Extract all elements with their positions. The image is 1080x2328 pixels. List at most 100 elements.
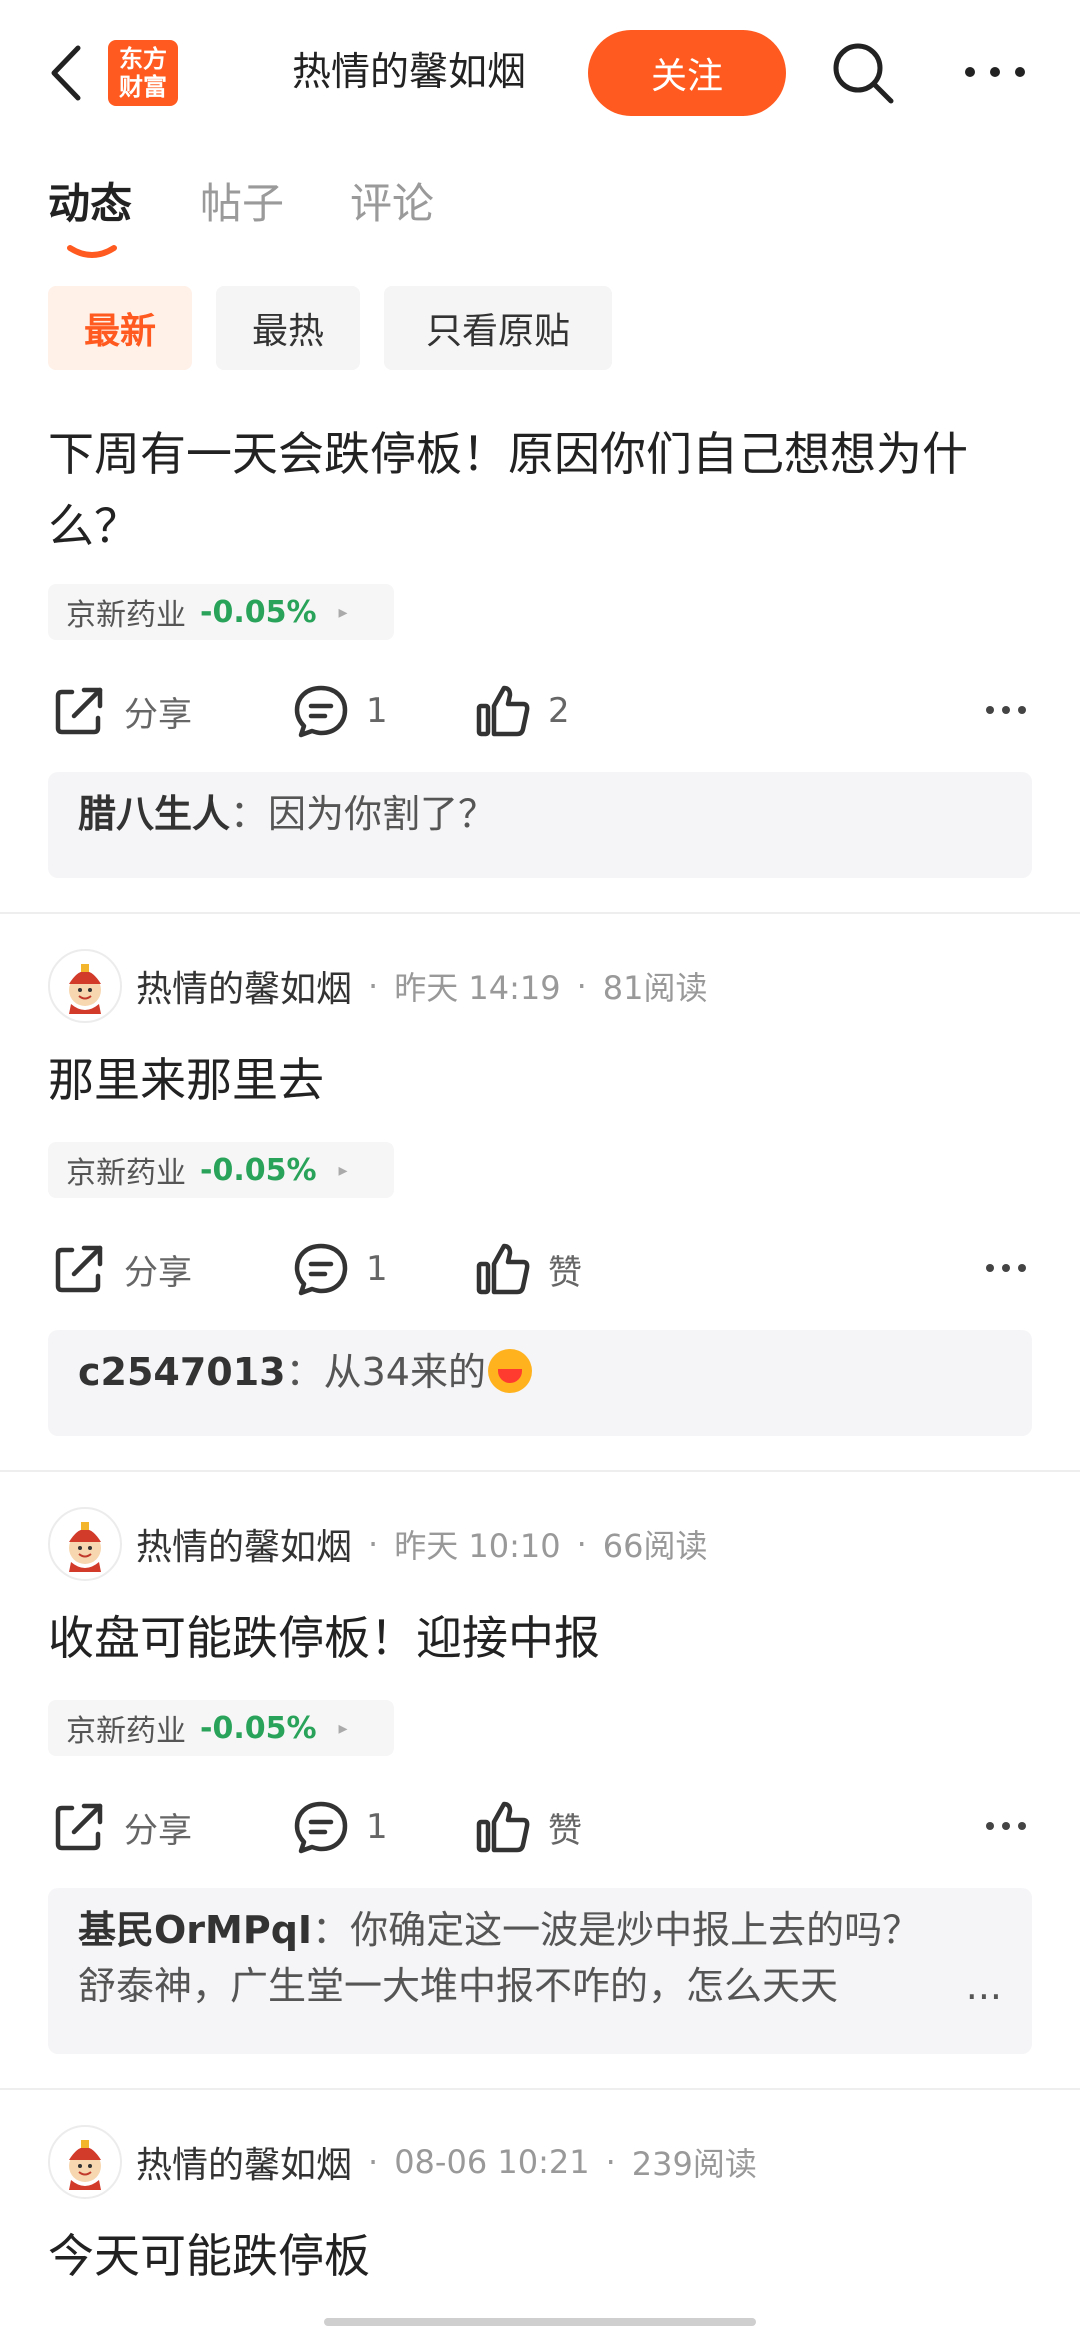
profile-title: 热情的馨如烟 [292, 50, 527, 95]
comment-line: 基民OrMPqI：你确定这一波是炒中报上去的吗？ [78, 1902, 1002, 1958]
commenter-name[interactable]: 基民OrMPqI [78, 1908, 312, 1952]
comment-icon [292, 682, 350, 740]
meta-dot: · [368, 2143, 379, 2181]
comment-preview[interactable]: 腊八生人：因为你割了？ [48, 772, 1032, 878]
post-time: 08-06 10:21 [394, 2143, 590, 2181]
stock-tag[interactable]: 京新药业 -0.05% ▸ [48, 1142, 394, 1198]
stock-change: -0.05% [200, 594, 317, 630]
post-time: 昨天 14:19 [394, 969, 561, 1007]
meta-dot: · [368, 967, 379, 1005]
comment-separator: ： [312, 1908, 351, 1952]
avatar[interactable] [48, 1507, 122, 1581]
read-count: 239阅读 [631, 2145, 757, 2183]
stock-tag[interactable]: 京新药业 -0.05% ▸ [48, 584, 394, 640]
share-label: 分享 [124, 1252, 192, 1293]
meta-dot: · [576, 1525, 587, 1563]
follow-button[interactable]: 关注 [588, 30, 786, 116]
divider [0, 2088, 1080, 2090]
truncation-ellipsis: ... [965, 1964, 1002, 2008]
comment-button[interactable]: 1 [292, 676, 388, 746]
like-label: 赞 [548, 1252, 582, 1293]
share-button[interactable]: 分享 [50, 1234, 192, 1304]
thumbs-up-icon [474, 1798, 532, 1856]
author-name[interactable]: 热情的馨如烟 [136, 2136, 352, 2188]
chevron-right-icon: ▸ [338, 1159, 348, 1181]
god-of-wealth-avatar-icon [68, 2139, 102, 2191]
share-label: 分享 [124, 1810, 192, 1851]
stock-change: -0.05% [200, 1152, 317, 1188]
post-actions: 分享 1 赞 [0, 1234, 1080, 1304]
post-text[interactable]: 今天可能跌停板 [48, 2220, 1038, 2292]
tab-activity[interactable]: 动态 [48, 174, 132, 234]
filter-latest[interactable]: 最新 [48, 286, 192, 370]
like-button[interactable]: 2 [474, 676, 570, 746]
share-icon [50, 1240, 108, 1298]
author-row: 热情的馨如烟 · 昨天 10:10 · 66阅读 [48, 1507, 708, 1581]
laughing-emoji-icon [487, 1349, 532, 1393]
search-icon[interactable] [828, 38, 898, 108]
author-row: 热情的馨如烟 · 昨天 14:19 · 81阅读 [48, 949, 708, 1023]
post-text[interactable]: 那里来那里去 [48, 1044, 1038, 1116]
share-button[interactable]: 分享 [50, 676, 192, 746]
more-options-icon[interactable] [962, 58, 1028, 86]
comment-count: 1 [366, 1249, 388, 1289]
comment-button[interactable]: 1 [292, 1234, 388, 1304]
comment-separator: ： [230, 792, 269, 836]
comment-text: 你确定这一波是炒中报上去的吗？ [350, 1908, 921, 1952]
comment-icon [292, 1240, 350, 1298]
like-button[interactable]: 赞 [474, 1792, 582, 1862]
divider [0, 1470, 1080, 1472]
thumbs-up-icon [474, 682, 532, 740]
comment-count: 1 [366, 1807, 388, 1847]
stock-tag[interactable]: 京新药业 -0.05% ▸ [48, 1700, 394, 1756]
god-of-wealth-avatar-icon [68, 963, 102, 1015]
avatar[interactable] [48, 2125, 122, 2199]
comment-preview[interactable]: c2547013：从34来的 [48, 1330, 1032, 1436]
post-text[interactable]: 收盘可能跌停板！迎接中报 [48, 1602, 1038, 1674]
stock-change: -0.05% [200, 1710, 317, 1746]
comment-preview[interactable]: 基民OrMPqI：你确定这一波是炒中报上去的吗？ 舒泰神，广生堂一大堆中报不咋的… [48, 1888, 1032, 2054]
read-count: 81阅读 [602, 969, 708, 1007]
comment-count: 1 [366, 691, 388, 731]
logo-text-top: 东方 [119, 45, 167, 73]
back-arrow-icon[interactable] [44, 40, 90, 106]
comment-line: 舒泰神，广生堂一大堆中报不咋的，怎么天天 ... [78, 1958, 1002, 2014]
meta-dot: · [368, 1525, 379, 1563]
comment-icon [292, 1798, 350, 1856]
stock-name: 京新药业 [66, 1714, 186, 1749]
author-name[interactable]: 热情的馨如烟 [136, 960, 352, 1012]
post-time: 昨天 10:10 [394, 1527, 561, 1565]
profile-tabs: 动态 帖子 评论 [0, 160, 1080, 258]
share-label: 分享 [124, 694, 192, 735]
tab-comments[interactable]: 评论 [350, 174, 434, 234]
tab-posts[interactable]: 帖子 [200, 174, 284, 234]
post-actions: 分享 1 2 [0, 676, 1080, 746]
post-actions: 分享 1 赞 [0, 1792, 1080, 1862]
meta-dot: · [576, 967, 587, 1005]
more-options-icon[interactable] [984, 1258, 1028, 1278]
comment-text-continued: 舒泰神，广生堂一大堆中报不咋的，怎么天天 [78, 1964, 839, 2008]
share-button[interactable]: 分享 [50, 1792, 192, 1862]
post-text[interactable]: 下周有一天会跌停板！原因你们自己想想为什么？ [48, 418, 1038, 562]
like-button[interactable]: 赞 [474, 1234, 582, 1304]
commenter-name[interactable]: 腊八生人 [78, 792, 230, 836]
stock-name: 京新药业 [66, 598, 186, 633]
logo-text-bottom: 财富 [119, 73, 167, 101]
comment-button[interactable]: 1 [292, 1792, 388, 1862]
chevron-right-icon: ▸ [338, 1717, 348, 1739]
comment-separator: ： [285, 1350, 324, 1394]
share-icon [50, 1798, 108, 1856]
home-indicator[interactable] [324, 2318, 756, 2326]
filter-original-only[interactable]: 只看原贴 [384, 286, 612, 370]
more-options-icon[interactable] [984, 1816, 1028, 1836]
god-of-wealth-avatar-icon [68, 1521, 102, 1573]
app-logo[interactable]: 东方 财富 [108, 40, 178, 106]
more-options-icon[interactable] [984, 700, 1028, 720]
author-name[interactable]: 热情的馨如烟 [136, 1518, 352, 1570]
avatar[interactable] [48, 949, 122, 1023]
like-label: 赞 [548, 1810, 582, 1851]
commenter-name[interactable]: c2547013 [78, 1350, 286, 1394]
author-row: 热情的馨如烟 · 08-06 10:21 · 239阅读 [48, 2125, 757, 2199]
filter-hottest[interactable]: 最热 [216, 286, 360, 370]
top-bar: 东方 财富 热情的馨如烟 关注 [0, 0, 1080, 150]
